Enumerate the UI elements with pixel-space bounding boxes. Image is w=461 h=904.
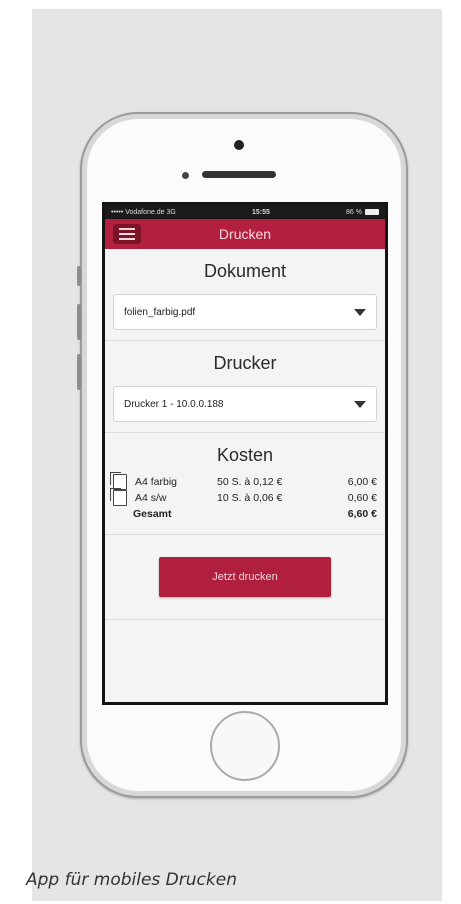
front-camera-icon xyxy=(234,140,244,150)
chevron-down-icon xyxy=(354,400,366,408)
battery-icon xyxy=(365,209,379,215)
printer-title: Drucker xyxy=(213,353,277,373)
status-bar: ••••• Vodafone.de 3G 15:55 86 % xyxy=(105,205,385,219)
document-select[interactable]: folien_farbig.pdf xyxy=(113,294,377,330)
cost-name: A4 s/w xyxy=(135,492,167,504)
printer-select-value: Drucker 1 - 10.0.0.188 xyxy=(124,398,224,410)
document-title: Dokument xyxy=(203,261,287,281)
home-button[interactable] xyxy=(210,711,280,781)
cost-row: A4 s/w 10 S. à 0,06 € 0,60 € xyxy=(110,488,377,506)
printer-section: Drucker Drucker 1 - 10.0.0.188 xyxy=(105,341,385,433)
cost-price: 6,00 € xyxy=(347,476,377,488)
page-title: Drucken xyxy=(218,226,272,242)
print-now-button[interactable]: Jetzt drucken xyxy=(159,557,331,597)
sensor-icon xyxy=(182,172,189,179)
printer-select[interactable]: Drucker 1 - 10.0.0.188 xyxy=(113,386,377,422)
document-section: Dokument folien_farbig.pdf xyxy=(105,249,385,341)
time-label: 15:55 xyxy=(251,208,270,216)
list-icon[interactable] xyxy=(113,224,141,244)
cost-total-row: Gesamt 6,60 € xyxy=(113,506,377,522)
divider xyxy=(105,619,385,620)
cost-price: 0,60 € xyxy=(347,492,377,504)
volume-up-button xyxy=(77,304,81,340)
total-value: 6,60 € xyxy=(347,508,377,520)
costs-section: Kosten A4 farbig 50 S. à 0,12 € 6,00 € A… xyxy=(105,433,385,620)
document-icon xyxy=(110,488,127,506)
cost-detail: 10 S. à 0,06 € xyxy=(217,492,283,504)
divider xyxy=(105,534,385,535)
cost-detail: 50 S. à 0,12 € xyxy=(217,476,283,488)
carrier-label: ••••• Vodafone.de 3G xyxy=(111,208,176,216)
costs-title: Kosten xyxy=(216,445,274,465)
cost-row: A4 farbig 50 S. à 0,12 € 6,00 € xyxy=(110,472,377,490)
main-content: Dokument folien_farbig.pdf Drucker Druck… xyxy=(105,249,385,702)
total-label: Gesamt xyxy=(133,508,172,520)
speaker-grille xyxy=(202,171,276,178)
document-select-value: folien_farbig.pdf xyxy=(124,306,196,318)
battery-label: 86 % xyxy=(346,209,379,216)
battery-percent: 86 % xyxy=(346,208,362,216)
mute-switch xyxy=(77,266,81,286)
volume-down-button xyxy=(77,354,81,390)
caption: App für mobiles Drucken xyxy=(26,870,237,890)
chevron-down-icon xyxy=(354,308,366,316)
cost-name: A4 farbig xyxy=(135,476,178,488)
nav-bar: Drucken xyxy=(105,219,385,249)
phone-screen: ••••• Vodafone.de 3G 15:55 86 % Drucken … xyxy=(102,202,388,705)
phone-mockup: ••••• Vodafone.de 3G 15:55 86 % Drucken … xyxy=(77,112,408,798)
